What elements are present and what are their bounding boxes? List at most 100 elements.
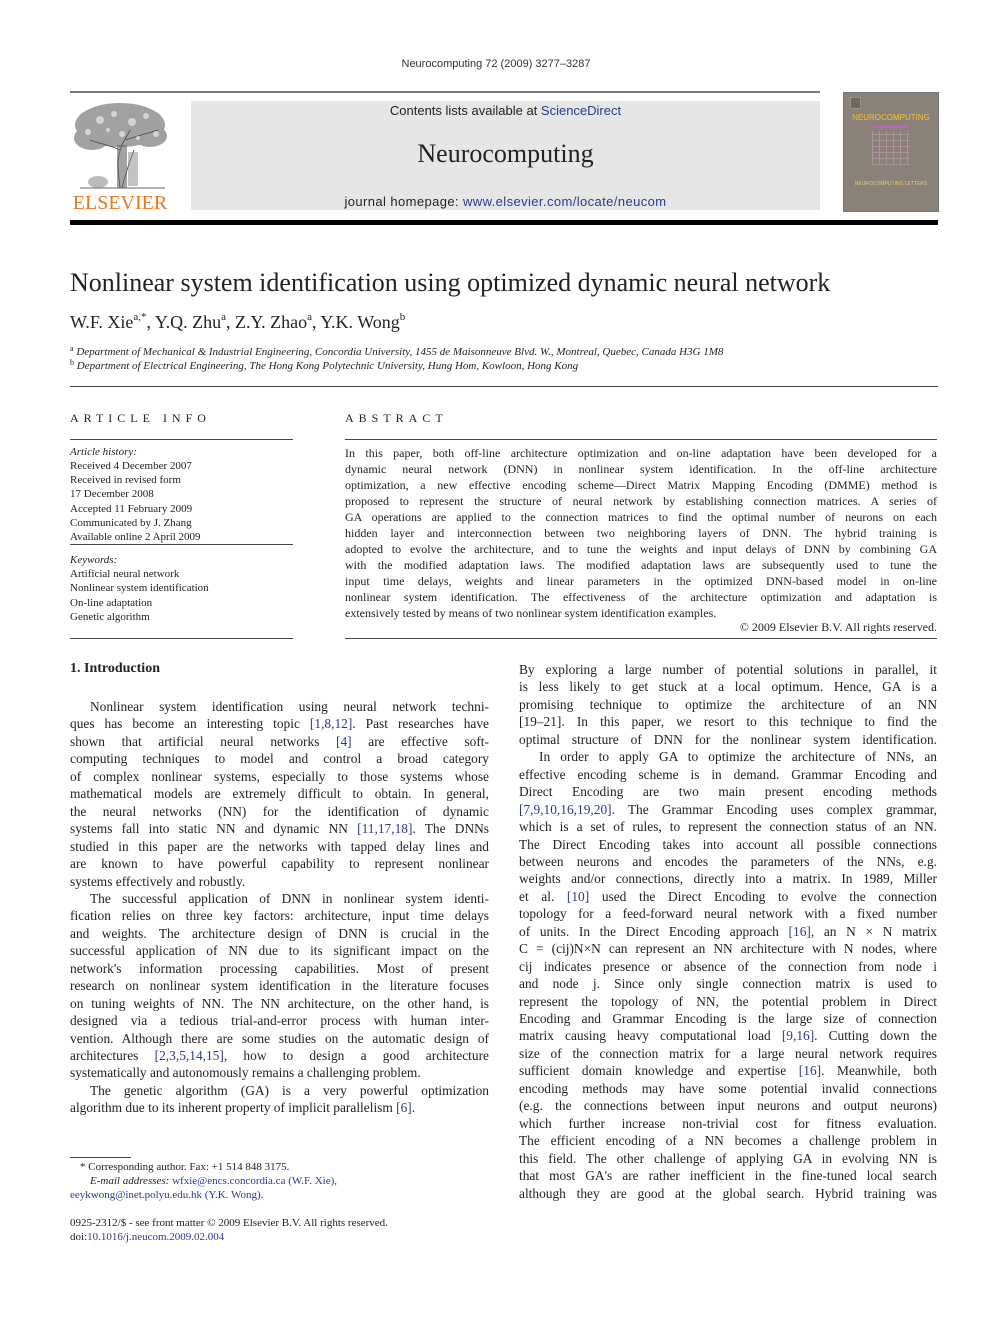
citation-link[interactable]: [1,8,12] — [310, 716, 352, 731]
body-text-line: algorithm due to its inherent property o… — [70, 1100, 416, 1116]
body-text-line: effective encoding scheme is in demand. … — [519, 766, 937, 782]
citation-link[interactable]: [11,17,18] — [357, 821, 412, 836]
citation-link[interactable]: [4] — [336, 734, 352, 749]
body-text-line: which further increase non-trivial cost … — [519, 1115, 937, 1131]
homepage-link[interactable]: www.elsevier.com/locate/neucom — [463, 194, 666, 209]
cover-accent-bar — [874, 126, 908, 128]
keywords-label-text: Keywords: — [70, 554, 118, 566]
body-text-line: and node j. Since only single connection… — [519, 976, 937, 992]
body-text-line: are known to have powerful capability to… — [70, 856, 489, 872]
body-text-line: The genetic algorithm (GA) is a very pow… — [90, 1082, 489, 1098]
author[interactable]: Y.K. Wong — [320, 312, 399, 332]
body-text-line: In order to apply GA to optimize the arc… — [539, 749, 937, 765]
email-link[interactable]: eeykwong@inet.polyu.edu.hk — [70, 1189, 202, 1201]
masthead-thick-rule — [70, 220, 938, 225]
divider — [345, 638, 937, 639]
author-affiliation-mark: b — [399, 311, 406, 323]
body-text-line: C = (cij)N×N can represent an NN archite… — [519, 941, 937, 957]
divider — [70, 386, 938, 387]
body-text-line: (e.g. the connections between input neur… — [519, 1098, 937, 1114]
email-link[interactable]: wfxie@encs.concordia.ca — [172, 1175, 285, 1187]
abstract-heading: ABSTRACT — [345, 411, 448, 425]
author-affiliation-mark: a,* — [133, 311, 147, 323]
journal-homepage: journal homepage: www.elsevier.com/locat… — [191, 194, 820, 209]
homepage-prefix: journal homepage: — [344, 194, 463, 209]
citation-link[interactable]: [9,16] — [782, 1028, 814, 1043]
history-item: Available online 2 April 2009 — [70, 531, 201, 543]
body-text-line: that most GA's are rather inefficient in… — [519, 1168, 937, 1184]
email-note: E-mail addresses: wfxie@encs.concordia.c… — [90, 1174, 337, 1188]
keyword[interactable]: Nonlinear system identification — [70, 581, 209, 595]
body-text-line: cij indicates presence or absence of the… — [519, 958, 937, 974]
body-text-line: [19–21]. In this paper, we resort to thi… — [519, 714, 937, 730]
body-text-line: the neural networks (NN) for the identif… — [70, 803, 489, 819]
elsevier-wordmark: ELSEVIER — [72, 192, 168, 214]
abstract-line: optimization, a new effective encoding s… — [345, 478, 937, 492]
body-text-line: on tuning weights of NN. The NN architec… — [70, 995, 489, 1011]
citation-link[interactable]: [6] — [396, 1100, 412, 1115]
author-list: W.F. Xiea,*, Y.Q. Zhua, Z.Y. Zhaoa, Y.K.… — [70, 311, 406, 332]
divider — [345, 439, 937, 440]
doi-link[interactable]: 10.1016/j.neucom.2009.02.004 — [87, 1231, 224, 1243]
journal-cover-image[interactable]: NEUROCOMPUTING NEUROCOMPUTING LETTERS — [843, 92, 939, 212]
citation-link[interactable]: [10] — [567, 889, 589, 904]
abstract-line: adopted to evolve the architecture, and … — [345, 542, 937, 556]
abstract-line: nonlinear system identification. The eff… — [345, 590, 937, 604]
author-affiliation-mark: a — [307, 311, 313, 323]
issn-line: 0925-2312/$ - see front matter © 2009 El… — [70, 1217, 388, 1229]
sciencedirect-link[interactable]: ScienceDirect — [541, 103, 621, 118]
cover-publisher-badge — [850, 97, 861, 109]
history-item: Communicated by J. Zhang — [70, 517, 192, 529]
section-heading-introduction: 1. Introduction — [70, 661, 160, 676]
affiliation-b: b Department of Electrical Engineering, … — [70, 358, 578, 372]
keyword[interactable]: Artificial neural network — [70, 567, 179, 581]
body-text-line: vention. Although there are some studies… — [70, 1030, 489, 1046]
keyword[interactable]: Genetic algorithm — [70, 610, 150, 624]
article-history-label: Article history: — [70, 445, 137, 459]
history-item: Accepted 11 February 2009 — [70, 503, 193, 515]
keyword[interactable]: On-line adaptation — [70, 596, 152, 610]
body-text-line: represent the topology of NN, the potent… — [519, 993, 937, 1009]
author-affiliation-mark: a — [221, 311, 226, 323]
divider — [70, 439, 293, 440]
body-text-line: mathematical models are extremely diffic… — [70, 786, 489, 802]
body-text-line: shown that artificial neural networks [4… — [70, 733, 489, 749]
elsevier-logo[interactable]: ELSEVIER — [70, 100, 170, 214]
author[interactable]: Y.Q. Zhu — [155, 312, 221, 332]
citation-link[interactable]: [16] — [799, 1063, 821, 1078]
contents-availability: Contents lists available at ScienceDirec… — [191, 103, 820, 118]
body-text-line: et al. [10] used the Direct Encoding to … — [519, 888, 937, 904]
affiliation-text: Department of Mechanical & Industrial En… — [76, 346, 724, 358]
author[interactable]: Z.Y. Zhao — [235, 312, 307, 332]
body-text-line: ques has become an interesting topic [1,… — [70, 716, 489, 732]
keywords-label: Keywords: — [70, 553, 117, 567]
citation-link[interactable]: [7,9,10,16,19,20] — [519, 802, 612, 817]
body-text-line: network's information processing capabil… — [70, 960, 489, 976]
divider — [70, 638, 293, 639]
affiliation-a: a Department of Mechanical & Industrial … — [70, 344, 723, 358]
body-text-line: designed via a tedious trial-and-error p… — [70, 1013, 489, 1029]
elsevier-tree-icon — [74, 103, 167, 189]
journal-banner: Contents lists available at ScienceDirec… — [191, 101, 820, 210]
doi-line: doi:10.1016/j.neucom.2009.02.004 — [70, 1230, 224, 1244]
body-text-line: matrix causing heavy computational load … — [519, 1028, 938, 1044]
citation-link[interactable]: [2,3,5,14,15] — [155, 1048, 224, 1063]
footnote-rule — [70, 1157, 131, 1158]
body-text-line: research on nonlinear system identificat… — [70, 978, 489, 994]
cover-title: NEUROCOMPUTING — [852, 113, 930, 122]
body-text-line: architectures [2,3,5,14,15], how to desi… — [70, 1048, 489, 1063]
body-text-line: Nonlinear system identification using ne… — [90, 699, 489, 714]
divider — [70, 544, 293, 545]
body-text-line: systems effectively and robustly. — [70, 873, 246, 889]
affiliation-mark: b — [70, 358, 74, 367]
body-text-line: which is a set of rules, to represent th… — [519, 819, 937, 835]
author[interactable]: W.F. Xie — [70, 312, 133, 332]
body-text-line: between neurons and encodes the paramete… — [519, 853, 937, 869]
history-item: Received 4 December 2007 — [70, 460, 192, 472]
body-text-line: weights and/or connections, directly int… — [519, 871, 937, 887]
citation-link[interactable]: [16] — [789, 924, 811, 939]
body-text-line: fication relies on three key factors: ar… — [70, 908, 489, 924]
journal-title: Neurocomputing — [417, 139, 594, 168]
abstract-line: hidden layer and interconnection between… — [345, 526, 937, 540]
body-text-line: successful application of NN due to its … — [70, 943, 489, 959]
